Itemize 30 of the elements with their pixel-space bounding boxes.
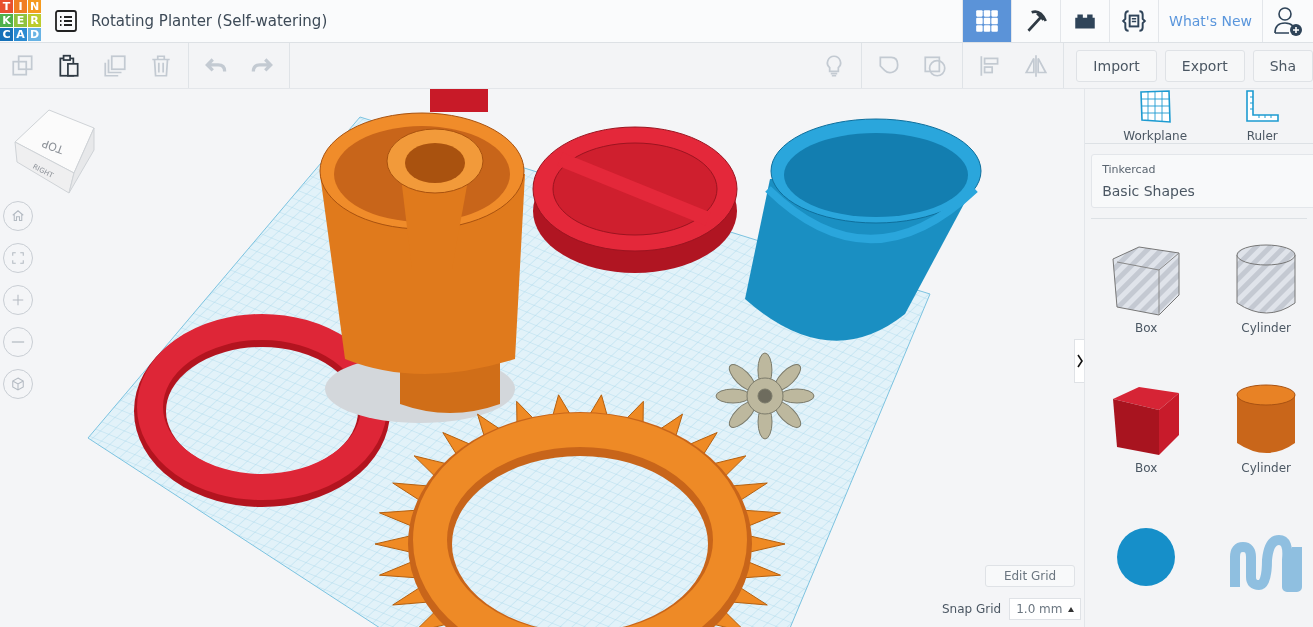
list-icon[interactable] bbox=[55, 10, 77, 32]
shape-label: Box bbox=[1135, 461, 1158, 475]
zoom-in-button[interactable] bbox=[3, 285, 33, 315]
tinkercad-logo[interactable]: T I N K E R C A D bbox=[0, 0, 41, 41]
shape-label: Cylinder bbox=[1241, 321, 1291, 335]
handle-shape[interactable] bbox=[430, 89, 488, 112]
ring-shape[interactable] bbox=[134, 314, 390, 507]
fit-icon bbox=[9, 249, 27, 267]
small-gear-shape[interactable] bbox=[715, 352, 815, 440]
home-button[interactable] bbox=[3, 201, 33, 231]
toolbar-button[interactable]: Import bbox=[1076, 49, 1157, 82]
edit-grid-button[interactable]: Edit Grid bbox=[985, 565, 1075, 587]
snap-grid-label: Snap Grid bbox=[942, 602, 1002, 616]
shape-label: Cylinder bbox=[1241, 461, 1291, 475]
toolbar-button[interactable]: Export bbox=[1164, 49, 1245, 82]
design-title[interactable]: Rotating Planter (Self-watering) bbox=[91, 12, 963, 30]
perspective-button[interactable] bbox=[3, 369, 33, 399]
zoom-out-button[interactable] bbox=[3, 327, 33, 357]
gear-ring-shape[interactable] bbox=[374, 394, 786, 627]
chevron-icon bbox=[1076, 353, 1085, 369]
cup-shape[interactable] bbox=[319, 112, 525, 413]
toolbar-button[interactable]: Sha bbox=[1252, 49, 1313, 82]
disc-shape[interactable] bbox=[532, 126, 738, 273]
fit-button[interactable] bbox=[3, 243, 33, 273]
collapse-panel-button[interactable] bbox=[1074, 339, 1085, 383]
shape-label: Box bbox=[1135, 321, 1158, 335]
add-user-icon[interactable] bbox=[1273, 5, 1303, 37]
shape-library-select[interactable]: Tinkercad Basic Shapes bbox=[1091, 154, 1313, 208]
snap-grid-select[interactable]: 1.0 mm bbox=[1009, 598, 1082, 620]
bucket-shape[interactable] bbox=[745, 118, 982, 341]
